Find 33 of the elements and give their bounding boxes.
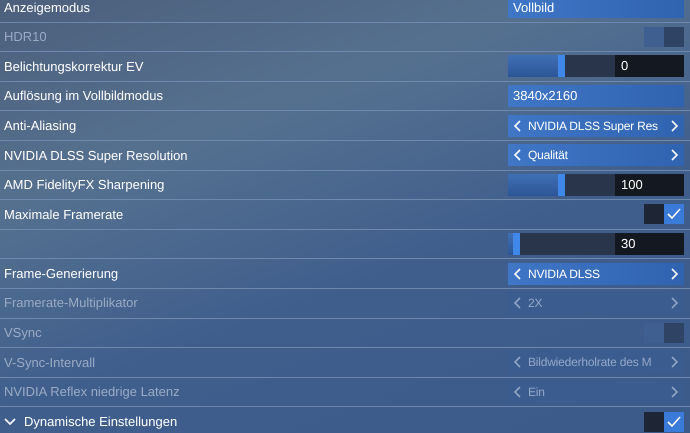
option-value: Ein <box>528 384 546 402</box>
setting-label: Belichtungskorrektur EV <box>4 58 144 76</box>
checkbox[interactable] <box>644 204 684 224</box>
setting-label: Maximale Framerate <box>4 206 124 224</box>
checkbox[interactable] <box>644 412 684 432</box>
option-value: NVIDIA DLSS <box>528 266 601 283</box>
setting-label: HDR10 <box>4 28 47 46</box>
slider-value: 0 <box>615 55 684 78</box>
dropdown[interactable]: Vollbild <box>508 0 684 18</box>
setting-label: Auflösung im Vollbildmodus <box>4 87 163 106</box>
option-value: Qualität <box>528 147 569 164</box>
slider-value: 100 <box>615 174 684 196</box>
slider-value: 30 <box>615 233 684 256</box>
setting-label: Dynamische Einstellungen <box>24 412 178 431</box>
chevron-down-icon[interactable] <box>4 416 16 428</box>
option-value: Bildwiederholrate des M <box>528 354 652 372</box>
setting-label: NVIDIA DLSS Super Resolution <box>4 146 188 165</box>
setting-label: NVIDIA Reflex niedrige Latenz <box>4 383 180 402</box>
setting-label: Anti-Aliasing <box>4 116 76 135</box>
slider-thumb[interactable] <box>558 55 565 78</box>
slider-thumb[interactable] <box>558 174 565 196</box>
slider-thumb[interactable] <box>513 233 520 256</box>
dropdown[interactable]: 3840x2160 <box>508 85 684 108</box>
setting-label: AMD FidelityFX Sharpening <box>4 176 164 194</box>
setting-label: Anzeigemodus <box>4 0 90 17</box>
check-icon <box>667 416 681 428</box>
setting-label: VSync <box>4 324 42 342</box>
option-value: NVIDIA DLSS Super Res <box>528 118 659 135</box>
setting-label: Frame-Generierung <box>4 264 118 283</box>
option-value: 2X <box>528 295 544 312</box>
setting-label: Framerate-Multiplikator <box>4 294 138 312</box>
check-icon <box>667 208 681 220</box>
setting-label: V-Sync-Intervall <box>4 354 96 372</box>
